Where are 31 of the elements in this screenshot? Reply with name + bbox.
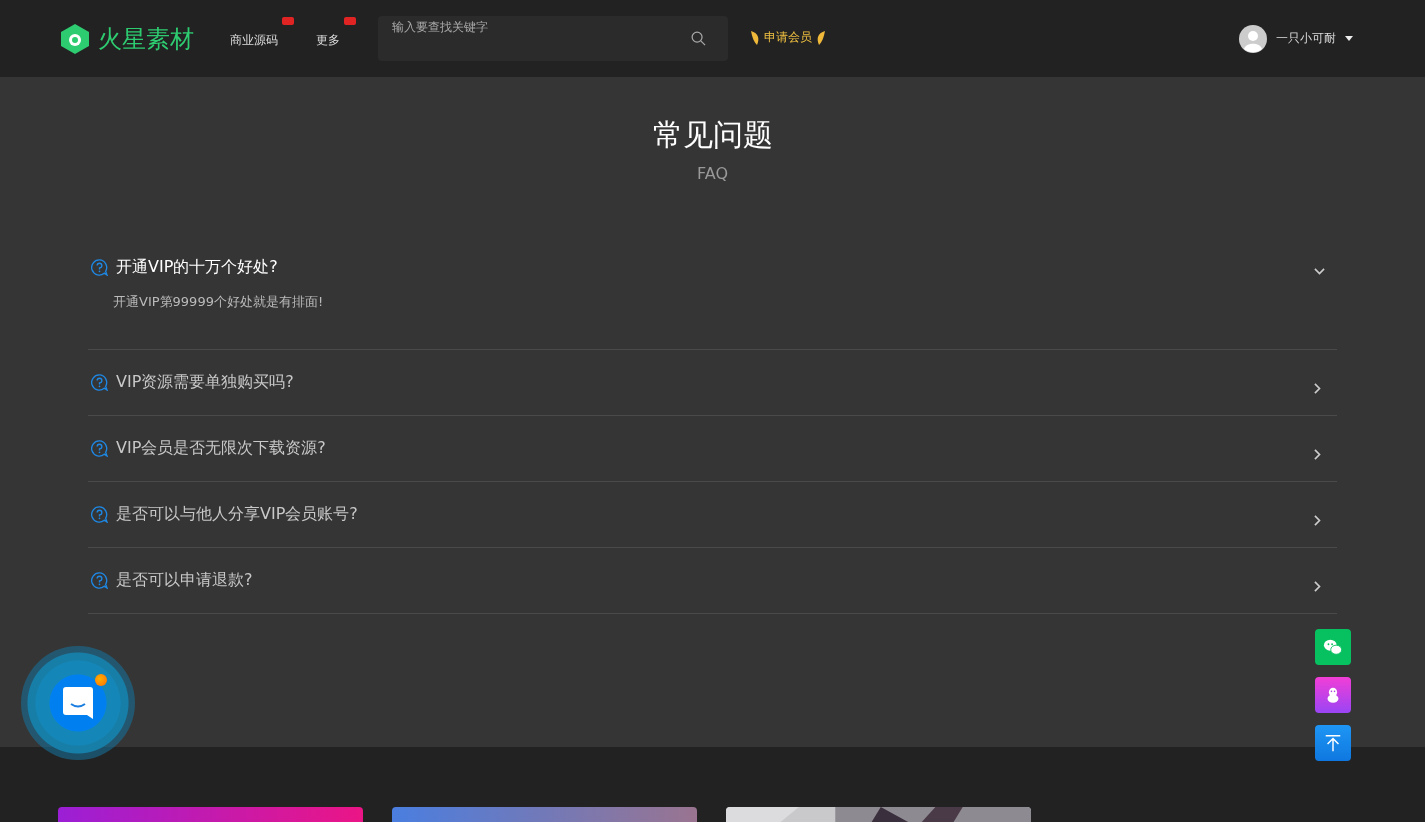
wing-icon xyxy=(816,29,826,46)
chat-icon xyxy=(63,687,93,719)
wing-icon xyxy=(750,29,760,46)
wechat-icon xyxy=(1323,637,1343,657)
question-icon xyxy=(91,572,108,589)
faq-answer: 开通VIP第99999个好处就是有排面! xyxy=(112,293,325,311)
nav-link[interactable]: 商业源码 xyxy=(230,31,278,49)
back-to-top-button[interactable] xyxy=(1315,725,1351,761)
site-logo[interactable]: 火星素材 xyxy=(98,22,194,55)
faq-question[interactable]: VIP资源需要单独购买吗? xyxy=(116,372,1306,393)
search-icon[interactable] xyxy=(691,31,706,46)
faq-question[interactable]: 开通VIP的十万个好处? xyxy=(116,256,1306,278)
avatar-icon[interactable] xyxy=(1239,24,1267,53)
page-title: 常见问题 xyxy=(652,116,773,154)
faq-question[interactable]: 是否可以申请退款? xyxy=(116,570,1306,591)
back-to-top-icon xyxy=(1323,733,1343,753)
question-icon xyxy=(91,440,108,457)
question-icon xyxy=(91,258,108,276)
wechat-button[interactable] xyxy=(1315,629,1351,665)
logo-icon xyxy=(60,22,90,55)
nav-link[interactable]: 更多 xyxy=(316,31,340,49)
penguin-button[interactable] xyxy=(1315,677,1351,713)
question-icon xyxy=(91,506,108,523)
faq-question[interactable]: VIP会员是否无限次下载资源? xyxy=(116,438,1306,459)
user-name[interactable]: 一只小可耐 xyxy=(1276,30,1336,47)
vip-link[interactable]: 申请会员 xyxy=(764,29,812,46)
search-field[interactable]: 输入要查找关键字 xyxy=(378,16,728,61)
faq-question[interactable]: 是否可以与他人分享VIP会员账号? xyxy=(116,504,1306,525)
caret-icon[interactable] xyxy=(1345,36,1353,41)
page-subtitle: FAQ xyxy=(697,164,728,183)
question-icon xyxy=(91,374,108,391)
